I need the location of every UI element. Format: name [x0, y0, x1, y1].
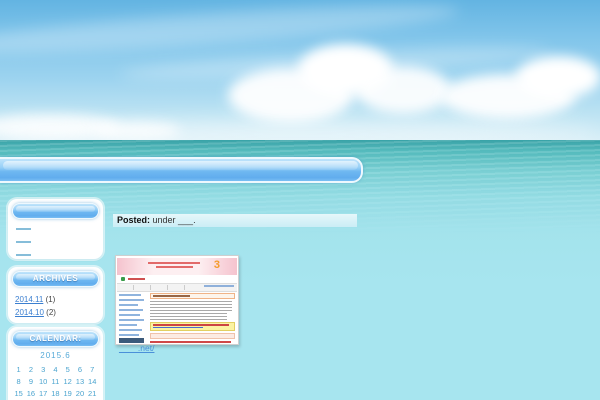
sidebar-link[interactable]	[16, 241, 31, 243]
text-line	[153, 327, 203, 328]
archives-list: 2014.11 (1) 2014.10 (2)	[8, 291, 103, 319]
posted-under-text: under ___.	[152, 215, 196, 225]
horizon-haze	[0, 122, 600, 142]
thumbnail-sidebar	[119, 294, 146, 339]
archives-header-label: ARCHIVES	[32, 274, 79, 283]
text-line	[119, 329, 142, 331]
text-block	[150, 313, 227, 320]
archive-item: 2014.11 (1)	[15, 293, 103, 306]
archive-count: (2)	[46, 308, 56, 317]
text-line	[148, 262, 200, 264]
post-thumbnail-image[interactable]: 3	[115, 255, 239, 345]
nav-divider	[167, 285, 168, 290]
calendar-day: 4	[53, 365, 58, 374]
calendar-day: 6	[77, 365, 83, 374]
text-line	[128, 278, 145, 280]
thumbnail-article-title	[150, 293, 235, 299]
section-bar	[150, 333, 235, 339]
text-line	[119, 334, 139, 336]
calendar-week: 15 16 17 18 19 20 21	[13, 388, 99, 400]
sidebar-archives-box: ARCHIVES 2014.11 (1) 2014.10 (2)	[8, 267, 103, 323]
calendar-day: 5	[65, 365, 70, 374]
text-line	[119, 314, 140, 316]
calendar-week: 1 2 3 4 5 6 7	[13, 364, 99, 376]
calendar-day: 15	[14, 389, 23, 398]
calendar-day: 19	[63, 389, 72, 398]
archive-count: (1)	[45, 295, 56, 304]
nav-divider	[150, 285, 151, 290]
text-line	[119, 294, 141, 296]
calendar-header: CALENDAR:	[12, 331, 99, 347]
text-line	[119, 309, 143, 311]
calendar-day: 8	[16, 377, 21, 386]
calendar-day: 12	[63, 377, 72, 386]
text-line	[119, 299, 144, 301]
text-line	[153, 324, 230, 326]
post-url-link[interactable]: ____.net/	[119, 343, 154, 353]
text-line	[119, 304, 138, 306]
calendar-day: 17	[38, 389, 48, 398]
calendar-day: 9	[28, 377, 33, 386]
blog-title-banner[interactable]	[0, 157, 363, 183]
text-line	[119, 324, 137, 326]
calendar-week: 8 9 10 11 12 13 14	[13, 376, 99, 388]
thumbnail-badge: 3	[213, 259, 220, 271]
archive-item: 2014.10 (2)	[15, 306, 103, 319]
highlighted-note	[150, 322, 235, 331]
calendar-month-label: 2015.6	[40, 351, 71, 360]
archives-header: ARCHIVES	[12, 271, 99, 287]
archive-link[interactable]: 2014.11	[15, 295, 43, 304]
calendar-day: 21	[88, 389, 97, 398]
blog-page: ARCHIVES 2014.11 (1) 2014.10 (2) CALENDA…	[0, 0, 600, 400]
calendar-grid: 1 2 3 4 5 6 7 8 9 10 11 12 13 14 15 16 1…	[13, 364, 99, 400]
cloud	[516, 56, 600, 98]
sidebar-menu-box	[8, 199, 103, 259]
text-line	[204, 285, 234, 287]
sidebar-link[interactable]	[16, 228, 31, 230]
post-meta-bar: Posted: under ___.	[113, 214, 357, 227]
menu-link-list	[8, 223, 103, 256]
menu-box-header	[12, 203, 99, 219]
calendar-day: 7	[90, 365, 95, 374]
calendar-day: 20	[75, 389, 85, 398]
text-line	[153, 295, 191, 297]
cloud	[356, 66, 451, 114]
calendar-day: 10	[38, 377, 48, 386]
archive-link[interactable]: 2014.10	[15, 308, 44, 317]
nav-divider	[184, 285, 185, 290]
thumbnail-site-header: 3	[117, 258, 237, 275]
calendar-header-label: CALENDAR:	[29, 334, 82, 343]
calendar-day: 16	[26, 389, 36, 398]
calendar-day: 14	[88, 377, 97, 386]
text-line	[156, 266, 193, 268]
calendar-day: 3	[41, 365, 46, 374]
text-line	[150, 341, 231, 343]
posted-label: Posted:	[117, 215, 151, 225]
text-block	[150, 301, 232, 311]
thumbnail-nav-bar	[117, 283, 237, 292]
calendar-day: 11	[51, 377, 60, 386]
calendar-day: 1	[16, 365, 21, 374]
sidebar-calendar-box: CALENDAR: 2015.6 1 2 3 4 5 6 7 8 9 10 11…	[8, 327, 103, 400]
calendar-day: 18	[51, 389, 60, 398]
thumbnail-logo-strip	[117, 275, 237, 283]
calendar-day: 2	[28, 365, 33, 374]
calendar-day: 13	[75, 377, 85, 386]
logo-icon	[121, 277, 125, 281]
text-line	[119, 319, 144, 321]
nav-divider	[133, 285, 134, 290]
sky-background	[0, 0, 600, 142]
thumbnail-content	[150, 293, 235, 344]
sidebar-link[interactable]	[16, 254, 31, 256]
